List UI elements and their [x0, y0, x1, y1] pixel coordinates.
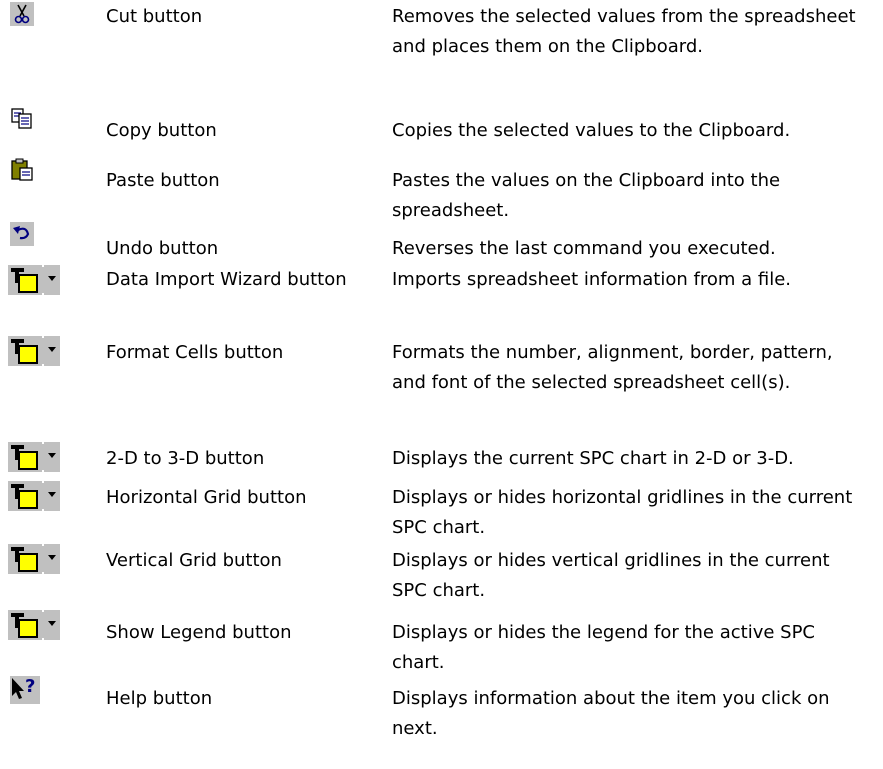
row-name: Copy button	[106, 120, 217, 141]
row-name: Data Import Wizard button	[106, 269, 347, 290]
undo-icon	[10, 222, 34, 246]
row-description: Displays the current SPC chart in 2-D or…	[392, 448, 794, 469]
icon-cell	[8, 544, 60, 574]
row-name: Cut button	[106, 6, 203, 27]
icon-cell	[10, 158, 34, 182]
icon-cell	[10, 222, 34, 246]
row-name: Show Legend button	[106, 622, 292, 643]
row-name: 2-D to 3-D button	[106, 448, 265, 469]
icon-cell: ?	[10, 676, 40, 704]
color-dropdown-icon	[8, 544, 60, 574]
icon-cell	[10, 106, 34, 130]
row-name: Undo button	[106, 238, 219, 259]
icon-cell	[8, 442, 60, 472]
svg-text:?: ?	[25, 676, 35, 697]
color-dropdown-icon	[8, 481, 60, 511]
scissors-icon	[10, 2, 34, 26]
help-pointer-icon: ?	[10, 676, 40, 704]
paste-icon	[10, 158, 34, 182]
icon-cell	[10, 2, 34, 26]
row-description: Displays information about the item you …	[392, 688, 830, 739]
color-dropdown-icon	[8, 265, 60, 295]
row-description: Removes the selected values from the spr…	[392, 6, 856, 57]
copy-icon	[10, 106, 34, 130]
row-name: Help button	[106, 688, 213, 709]
row-description: Displays or hides the legend for the act…	[392, 622, 815, 673]
row-description: Pastes the values on the Clipboard into …	[392, 170, 781, 221]
color-dropdown-icon	[8, 336, 60, 366]
row-description: Formats the number, alignment, border, p…	[392, 342, 833, 393]
row-name: Vertical Grid button	[106, 550, 282, 571]
color-dropdown-icon	[8, 442, 60, 472]
icon-cell	[8, 265, 60, 295]
row-description: Reverses the last command you executed.	[392, 238, 776, 259]
row-description: Displays or hides horizontal gridlines i…	[392, 487, 853, 538]
row-name: Format Cells button	[106, 342, 284, 363]
row-name: Paste button	[106, 170, 220, 191]
icon-cell	[8, 481, 60, 511]
row-description: Displays or hides vertical gridlines in …	[392, 550, 830, 601]
icon-cell	[8, 336, 60, 366]
row-description: Copies the selected values to the Clipbo…	[392, 120, 791, 141]
row-description: Imports spreadsheet information from a f…	[392, 269, 791, 290]
color-dropdown-icon	[8, 610, 60, 640]
row-name: Horizontal Grid button	[106, 487, 307, 508]
icon-cell	[8, 610, 60, 640]
